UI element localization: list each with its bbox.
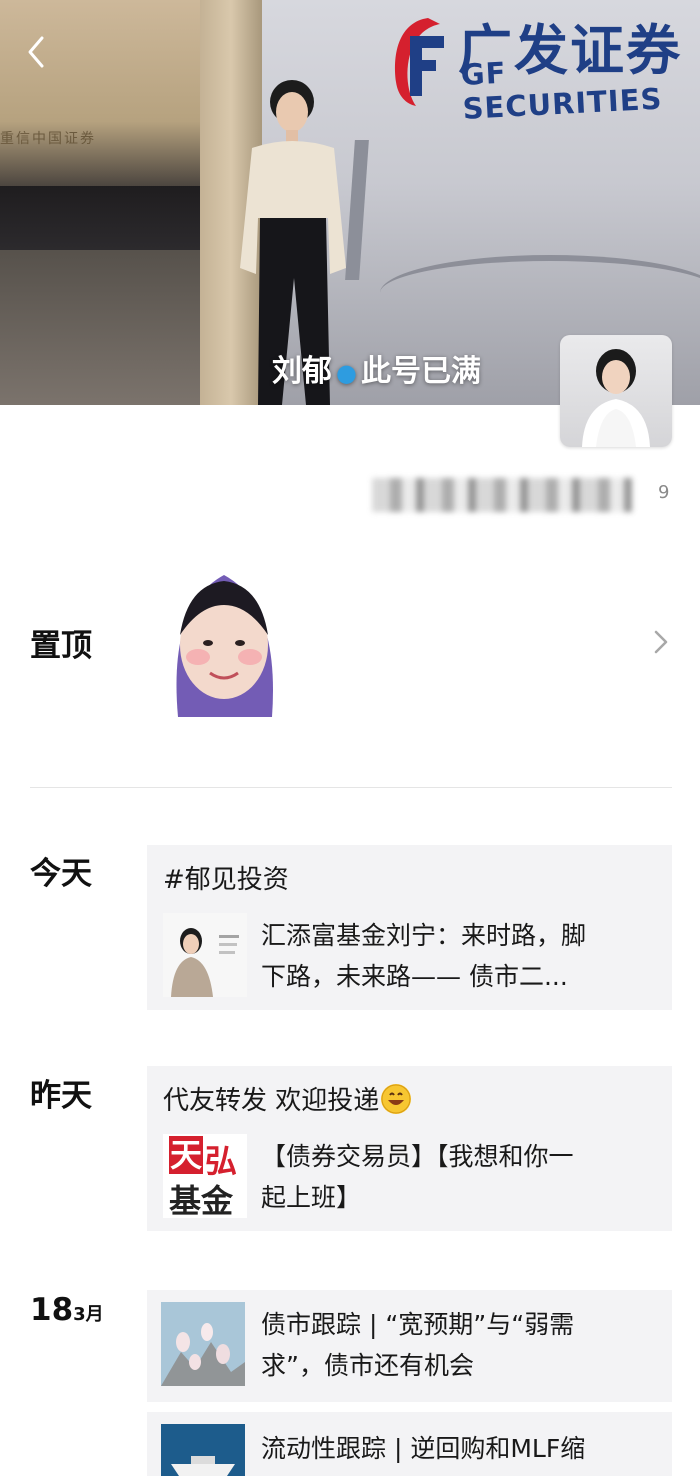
today-post-card[interactable]: #郁见投资 汇添富基金刘宁：来时路，脚 下路，未来路—— 债市二... [147, 845, 672, 1010]
today-label: 今天 [30, 856, 92, 892]
grinning-emoji-icon [381, 1084, 412, 1114]
brand-fund: 基金 [169, 1182, 234, 1218]
post-caption-text: 代友转发 欢迎投递 [163, 1086, 380, 1116]
article-thumbnail [161, 1302, 245, 1386]
march18-post-card-2[interactable]: 流动性跟踪 | 逆回购和MLF缩 [147, 1412, 672, 1476]
ocean-boat-photo [161, 1424, 245, 1476]
yesterday-label: 昨天 [30, 1078, 92, 1114]
article-title-line1: 汇添富基金刘宁：来时路，脚 [261, 921, 587, 950]
article-title-line2: 下路，未来路—— 债市二... [261, 962, 568, 991]
date-month: 3月 [73, 1304, 104, 1325]
brand-char-tian: 天 [169, 1136, 203, 1174]
bridge-graphic [380, 255, 700, 331]
tropical-fish-icon: ● [336, 358, 357, 387]
hall-counter [0, 186, 205, 250]
article-portrait [163, 913, 247, 997]
tianhong-fund-logo: 天 弘 基金 [163, 1134, 247, 1218]
article-title-line1: 【债券交易员】【我想和你一 [261, 1142, 574, 1171]
profile-avatar[interactable] [560, 335, 672, 447]
article-title: 债市跟踪 | “宽预期”与“弱需 求”，债市还有机会 [261, 1304, 574, 1386]
pinned-label: 置顶 [30, 628, 92, 664]
cover-nickname: 刘郁 ● 此号已满 [272, 346, 481, 390]
post-caption: #郁见投资 [163, 865, 289, 895]
nickname-left: 刘郁 [272, 354, 332, 389]
avatar-portrait [582, 349, 650, 447]
article-thumbnail [163, 913, 247, 997]
gf-logo-english: GF SECURITIES [460, 55, 664, 126]
section-divider [30, 787, 672, 788]
nickname-right: 此号已满 [360, 354, 481, 389]
post-caption: 代友转发 欢迎投递 [163, 1080, 412, 1117]
article-title-line1: 债市跟踪 | “宽预期”与“弱需 [261, 1310, 575, 1339]
date-label-march-18: 183月 [30, 1292, 104, 1328]
article-title: 汇添富基金刘宁：来时路，脚 下路，未来路—— 债市二... [261, 915, 586, 997]
date-day: 18 [30, 1292, 74, 1328]
article-thumbnail [161, 1424, 245, 1476]
hall-sign: 重信中国证券 [0, 131, 96, 147]
article-title: 流动性跟踪 | 逆回购和MLF缩 [261, 1428, 585, 1469]
gf-logo-mark [395, 18, 444, 106]
signature-count: 9 [658, 482, 670, 503]
article-title: 【债券交易员】【我想和你一 起上班】 [261, 1136, 574, 1218]
march18-post-card[interactable]: 债市跟踪 | “宽预期”与“弱需 求”，债市还有机会 [147, 1290, 672, 1402]
pinned-post-thumbnail[interactable] [148, 565, 300, 717]
article-title-line2: 起上班】 [261, 1183, 362, 1212]
article-title-line2: 求”，债市还有机会 [261, 1351, 474, 1380]
article-title-line1: 流动性跟踪 | 逆回购和MLF缩 [261, 1434, 586, 1463]
yesterday-post-card[interactable]: 代友转发 欢迎投递 天 弘 基金 【债券交易员】【我想和你一 起上班】 [147, 1066, 672, 1231]
back-chevron-icon[interactable] [22, 34, 52, 70]
chevron-right-icon[interactable] [650, 628, 672, 656]
blurred-signature [372, 478, 632, 512]
magnolia-photo [161, 1302, 245, 1386]
pinned-portrait [176, 575, 273, 717]
